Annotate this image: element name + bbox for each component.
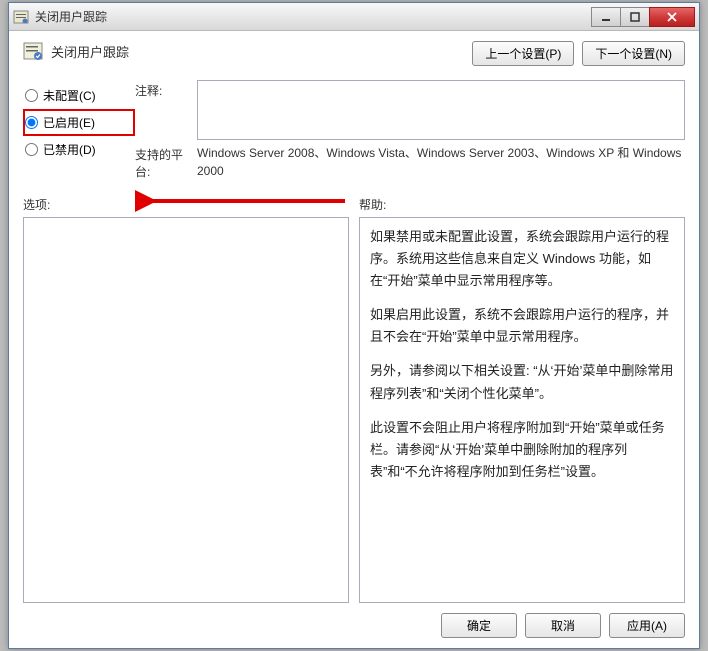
cancel-button[interactable]: 取消 xyxy=(525,613,601,638)
previous-setting-button[interactable]: 上一个设置(P) xyxy=(472,41,574,66)
titlebar[interactable]: 关闭用户跟踪 xyxy=(9,3,699,31)
apply-button[interactable]: 应用(A) xyxy=(609,613,685,638)
policy-setting-icon xyxy=(23,41,43,61)
policy-icon xyxy=(13,9,29,25)
options-panel xyxy=(23,217,349,603)
dialog-window: 关闭用户跟踪 关闭用户跟踪 上一个设置(P) 下一个设置(N) 未配置(C) xyxy=(8,2,700,649)
radio-disabled[interactable]: 已禁用(D) xyxy=(23,136,135,163)
state-radio-group: 未配置(C) 已启用(E) 已禁用(D) xyxy=(23,80,135,180)
comment-label: 注释: xyxy=(135,80,197,99)
close-button[interactable] xyxy=(649,7,695,27)
ok-button[interactable]: 确定 xyxy=(441,613,517,638)
window-controls xyxy=(592,7,695,27)
help-paragraph: 如果禁用或未配置此设置，系统会跟踪用户运行的程序。系统用这些信息来自定义 Win… xyxy=(370,226,674,292)
dialog-content: 关闭用户跟踪 上一个设置(P) 下一个设置(N) 未配置(C) 已启用(E) xyxy=(9,31,699,648)
options-label: 选项: xyxy=(23,196,349,213)
help-panel: 如果禁用或未配置此设置，系统会跟踪用户运行的程序。系统用这些信息来自定义 Win… xyxy=(359,217,685,603)
radio-enabled-label: 已启用(E) xyxy=(43,114,95,131)
policy-name: 关闭用户跟踪 xyxy=(51,42,129,61)
help-paragraph: 另外，请参阅以下相关设置: “从‘开始’菜单中删除常用程序列表”和“关闭个性化菜… xyxy=(370,360,674,404)
help-paragraph: 此设置不会阻止用户将程序附加到“开始”菜单或任务栏。请参阅“从‘开始’菜单中删除… xyxy=(370,417,674,483)
radio-disabled-label: 已禁用(D) xyxy=(43,141,96,158)
radio-enabled-input[interactable] xyxy=(25,116,38,129)
radio-not-configured-input[interactable] xyxy=(25,89,38,102)
next-setting-button[interactable]: 下一个设置(N) xyxy=(582,41,685,66)
comment-textarea[interactable] xyxy=(197,80,685,140)
help-paragraph: 如果启用此设置，系统不会跟踪用户运行的程序，并且不会在“开始”菜单中显示常用程序… xyxy=(370,304,674,348)
radio-enabled[interactable]: 已启用(E) xyxy=(23,109,135,136)
supported-platform-label: 支持的平台: xyxy=(135,144,197,180)
supported-platform-text: Windows Server 2008、Windows Vista、Window… xyxy=(197,144,685,180)
radio-disabled-input[interactable] xyxy=(25,143,38,156)
window-title: 关闭用户跟踪 xyxy=(35,8,592,25)
maximize-button[interactable] xyxy=(620,7,650,27)
minimize-button[interactable] xyxy=(591,7,621,27)
radio-not-configured-label: 未配置(C) xyxy=(43,87,96,104)
help-label: 帮助: xyxy=(359,196,685,213)
radio-not-configured[interactable]: 未配置(C) xyxy=(23,82,135,109)
